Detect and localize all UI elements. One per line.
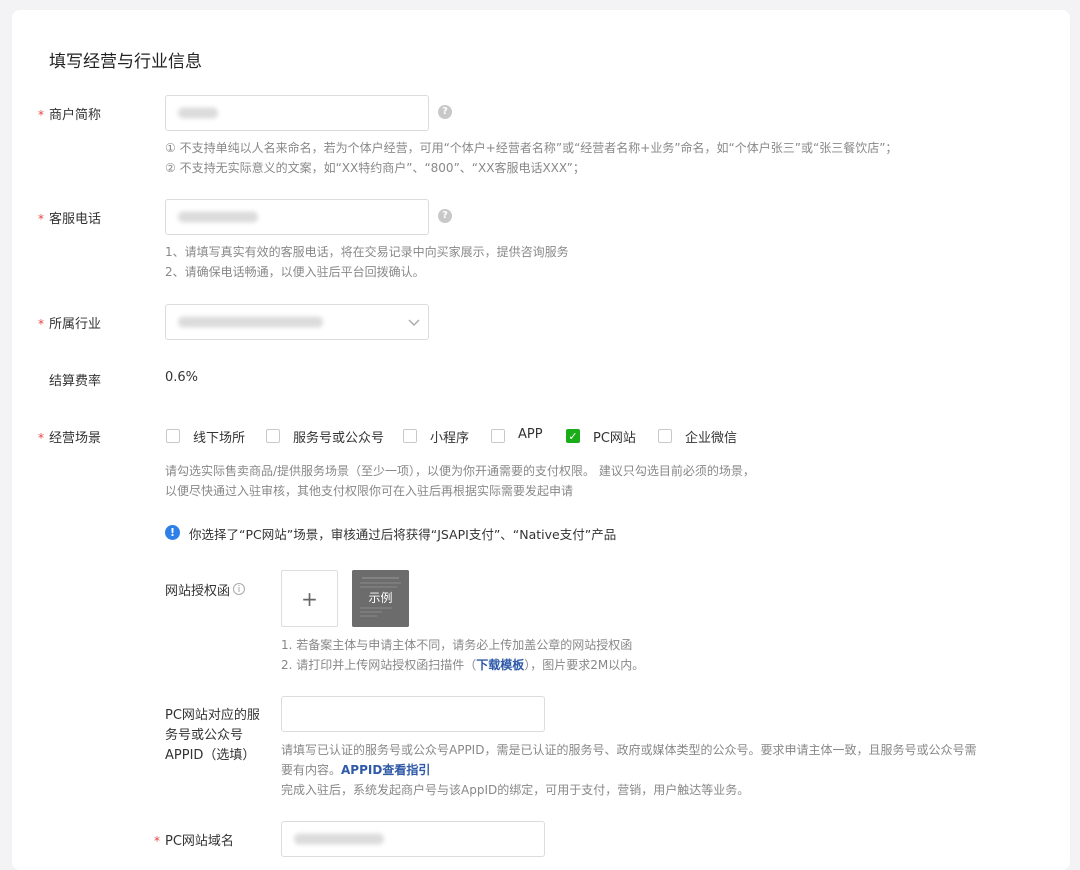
- appid-hint-1: 请填写已认证的服务号或公众号APPID，需是已认证的服务号、政府或媒体类型的公众…: [281, 743, 977, 757]
- scene-label-wecom: 企业微信: [685, 431, 738, 446]
- industry-select[interactable]: [165, 304, 429, 340]
- redacted-value: [178, 316, 323, 328]
- industry-label: * 所属行业: [38, 317, 102, 332]
- redacted-value: [294, 833, 384, 845]
- sample-thumbnail[interactable]: 示例: [352, 570, 409, 627]
- scenes-hint-2: 以便尽快通过入驻审核，其他支付权限你可在入驻后再根据实际需要发起申请: [165, 484, 574, 498]
- info-circle-icon[interactable]: i: [233, 583, 245, 595]
- service-phone-label: * 客服电话: [38, 212, 102, 227]
- scene-label-pc-website: PC网站: [593, 431, 636, 446]
- appid-input[interactable]: [281, 696, 545, 732]
- appid-guide-link[interactable]: APPID查看指引: [341, 763, 430, 777]
- checkbox-app[interactable]: [491, 429, 505, 443]
- scene-label-app: APP: [518, 427, 543, 442]
- rate-label: 结算费率: [49, 374, 102, 389]
- rate-value: 0.6%: [165, 370, 199, 385]
- page-title: 填写经营与行业信息: [49, 52, 202, 72]
- auth-letter-hint-1: 1. 若备案主体与申请主体不同，请务必上传加盖公章的网站授权函: [281, 638, 633, 652]
- upload-button[interactable]: +: [281, 570, 338, 627]
- scenes-label: * 经营场景: [38, 431, 102, 446]
- merchant-name-input[interactable]: [165, 95, 429, 131]
- checkbox-wecom[interactable]: [658, 429, 672, 443]
- service-phone-hint-1: 1、请填写真实有效的客服电话，将在交易记录中向买家展示，提供咨询服务: [165, 245, 569, 259]
- checkbox-pc-website[interactable]: ✓: [566, 429, 580, 443]
- appid-hint-2: 要有内容。APPID查看指引: [281, 763, 431, 777]
- domain-label: * PC网站域名: [154, 834, 234, 849]
- service-phone-input[interactable]: [165, 199, 429, 235]
- checkbox-offline[interactable]: [166, 429, 180, 443]
- checkbox-mini-program[interactable]: [403, 429, 417, 443]
- domain-input[interactable]: [281, 821, 545, 857]
- info-icon: !: [165, 525, 180, 540]
- sample-label: 示例: [368, 591, 393, 605]
- appid-label: PC网站对应的服 务号或公众号 APPID（选填）: [165, 708, 260, 763]
- scene-label-official-account: 服务号或公众号: [293, 431, 385, 446]
- scene-notice: 你选择了“PC网站”场景，审核通过后将获得“JSAPI支付”、“Native支付…: [189, 527, 617, 542]
- scene-label-offline: 线下场所: [193, 431, 246, 446]
- redacted-value: [178, 107, 218, 119]
- appid-hint-3: 完成入驻后，系统发起商户号与该AppID的绑定，可用于支付，营销，用户触达等业务…: [281, 783, 750, 797]
- service-phone-hint-2: 2、请确保电话畅通，以便入驻后平台回拨确认。: [165, 265, 425, 279]
- merchant-name-hint-2: ② 不支持无实际意义的文案，如“XX特约商户”、“800”、“XX客服电话XXX…: [165, 161, 585, 175]
- merchant-name-hint-1: ① 不支持单纯以人名来命名，若为个体户经营，可用“个体户+经营者名称”或“经营者…: [165, 141, 898, 155]
- chevron-down-icon: [408, 319, 420, 326]
- auth-letter-label: 网站授权函: [165, 584, 231, 599]
- redacted-value: [178, 211, 258, 223]
- download-template-link[interactable]: 下载模板: [476, 658, 524, 672]
- auth-letter-hint-2: 2. 请打印并上传网站授权函扫描件（下载模板），图片要求2M以内。: [281, 658, 645, 672]
- help-icon[interactable]: ?: [438, 105, 452, 119]
- checkbox-official-account[interactable]: [266, 429, 280, 443]
- scene-label-mini-program: 小程序: [430, 431, 470, 446]
- scenes-hint-1: 请勾选实际售卖商品/提供服务场景（至少一项），以便为你开通需要的支付权限。 建议…: [165, 464, 755, 478]
- help-icon[interactable]: ?: [438, 209, 452, 223]
- merchant-name-label: * 商户简称: [38, 108, 102, 123]
